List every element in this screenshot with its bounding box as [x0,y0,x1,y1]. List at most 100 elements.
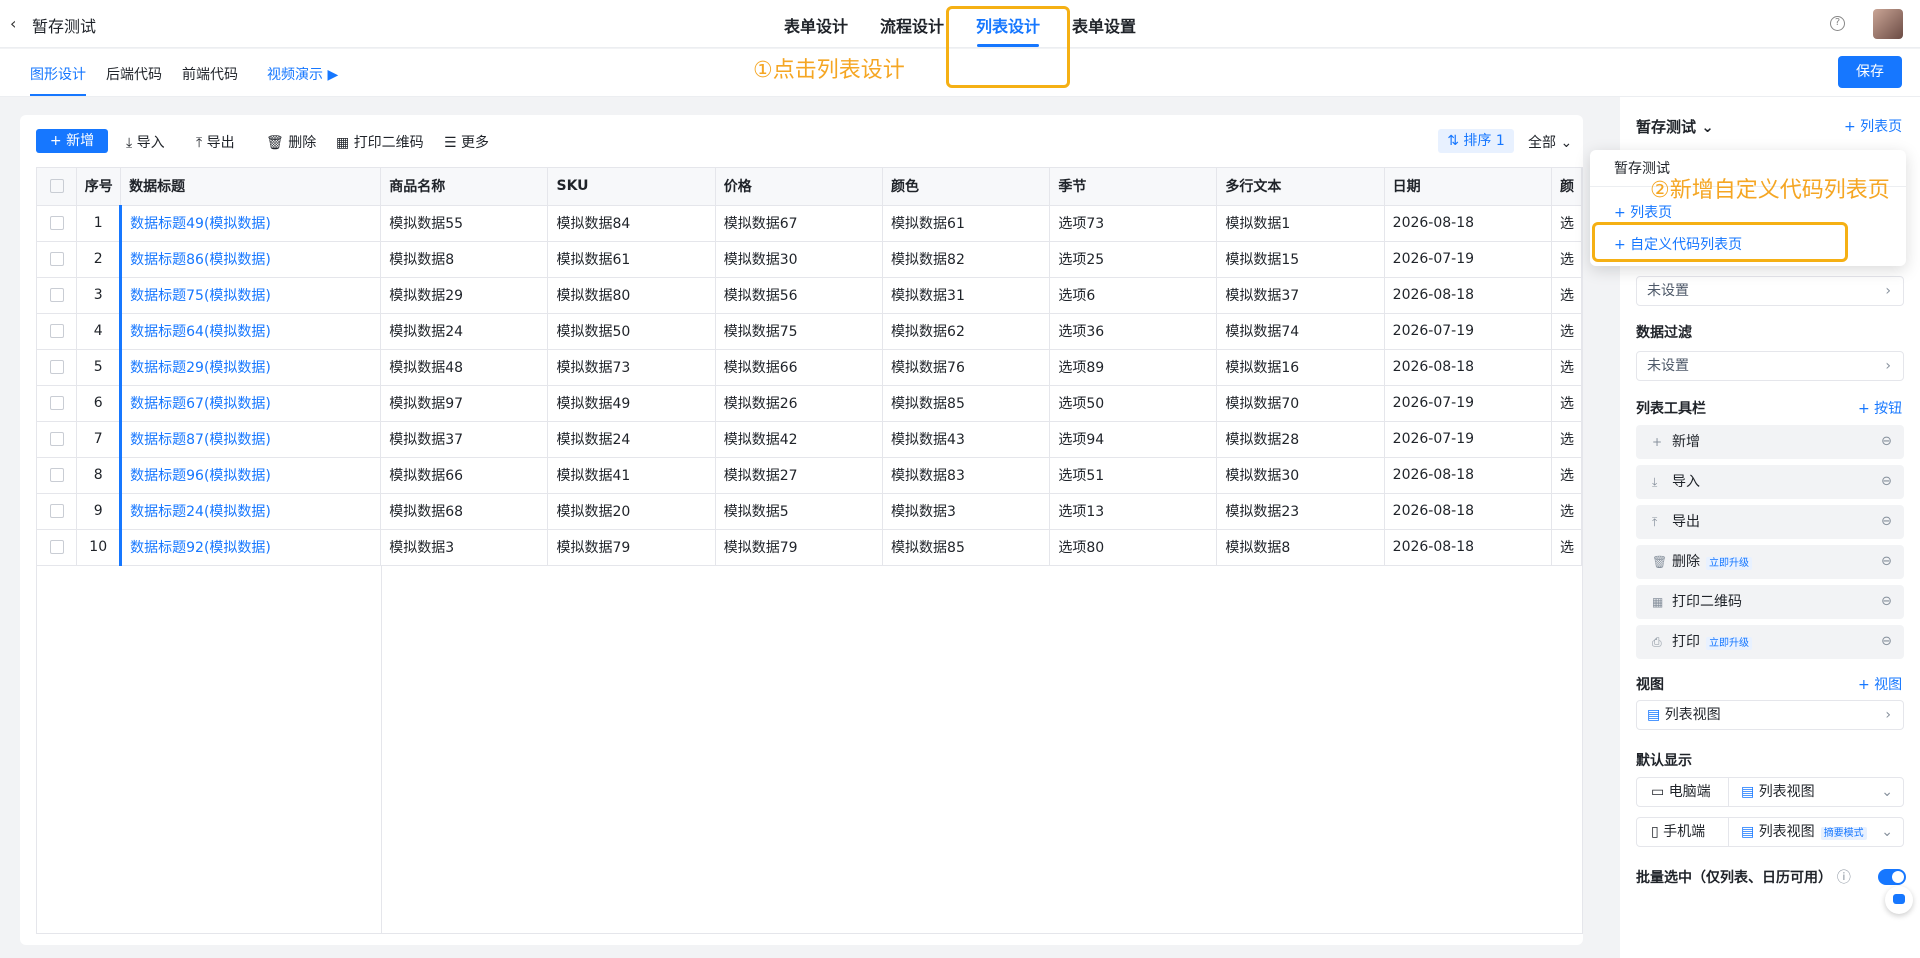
upgrade-badge[interactable]: 立即升级 [1706,637,1752,650]
column-header[interactable]: 价格 [715,168,884,206]
row-checkbox[interactable] [49,216,64,230]
add-toolbar-button[interactable]: + 按钮 [1858,398,1902,418]
toolbar-item-new[interactable]: + 新增 ⊖ [1636,425,1904,459]
table-cell: 模拟数据1 [1216,205,1385,242]
data-filter-field[interactable]: 未设置 › [1636,351,1904,381]
table-cell: 选项51 [1049,457,1218,494]
dropdown-add-list-page[interactable]: + 列表页 [1614,202,1672,222]
chat-icon[interactable] [1885,886,1913,914]
info-icon[interactable]: ⓘ [1837,870,1851,886]
row-title-link[interactable]: 数据标题96(模拟数据) [119,457,382,494]
subtab-frontend-code[interactable]: 前端代码 [182,64,238,84]
row-title-link[interactable]: 数据标题29(模拟数据) [119,349,382,386]
pc-default-view[interactable]: ▭ 电脑端 ▤ 列表视图 ⌄ [1636,777,1904,807]
export-label: 导出 [206,135,235,151]
export-button[interactable]: ⤒ 导出 [196,132,235,152]
column-header[interactable]: 数据标题 [120,168,382,206]
select-all-checkbox[interactable] [37,168,78,206]
table-row[interactable]: 6 数据标题67(模拟数据) 模拟数据97 模拟数据49 模拟数据26 模拟数据85 选项5… [37,385,1582,422]
list-view-field[interactable]: ▤ 列表视图 › [1636,700,1904,730]
table-cell: 模拟数据50 [547,313,716,350]
table-cell: 模拟数据8 [1216,529,1385,566]
column-header[interactable]: 颜色 [882,168,1051,206]
table-row[interactable]: 3 数据标题75(模拟数据) 模拟数据29 模拟数据80 模拟数据56 模拟数据31 选项6… [37,277,1582,314]
remove-icon[interactable]: ⊖ [1881,465,1892,499]
sort-setting-field[interactable]: 未设置 › [1636,276,1904,306]
row-checkbox[interactable] [49,396,64,410]
row-checkbox[interactable] [49,432,64,446]
row-checkbox[interactable] [49,360,64,374]
filter-all-select[interactable]: 全部 ⌄ [1528,132,1572,152]
video-demo-link[interactable]: 视频演示 ▶ [267,64,338,84]
subtab-graphic-design[interactable]: 图形设计 [30,64,86,84]
remove-icon[interactable]: ⊖ [1881,425,1892,459]
import-button[interactable]: ⤓ 导入 [126,132,165,152]
column-header[interactable]: 日期 [1384,168,1553,206]
row-title-link[interactable]: 数据标题24(模拟数据) [119,493,382,530]
table-row[interactable]: 5 数据标题29(模拟数据) 模拟数据48 模拟数据73 模拟数据66 模拟数据76 选项8… [37,349,1582,386]
list-icon: ☰ [444,135,457,151]
tab-form-settings[interactable]: 表单设置 [1072,13,1136,37]
more-button[interactable]: ☰ 更多 [444,132,489,152]
row-checkbox[interactable] [49,540,64,554]
upgrade-badge[interactable]: 立即升级 [1706,557,1752,570]
table-cell: 模拟数据67 [715,205,884,242]
table-row[interactable]: 9 数据标题24(模拟数据) 模拟数据68 模拟数据20 模拟数据5 模拟数据3 选项13 模… [37,493,1582,530]
toolbar-item-delete[interactable]: 🗑 删除 立即升级 ⊖ [1636,545,1904,579]
save-button[interactable]: 保存 [1838,56,1902,88]
row-title-link[interactable]: 数据标题64(模拟数据) [119,313,382,350]
add-list-page-button[interactable]: + 列表页 [1844,116,1902,136]
delete-button[interactable]: 🗑 删除 [266,132,316,152]
mobile-view-select[interactable]: ▤ 列表视图 摘要模式 [1741,818,1867,848]
row-title-link[interactable]: 数据标题86(模拟数据) [119,241,382,278]
pc-view-select[interactable]: ▤ 列表视图 [1741,778,1815,806]
row-title-link[interactable]: 数据标题75(模拟数据) [119,277,382,314]
column-header[interactable]: 序号 [76,168,122,206]
table-cell: 选 [1551,457,1582,494]
row-title-link[interactable]: 数据标题87(模拟数据) [119,421,382,458]
table-row[interactable]: 10 数据标题92(模拟数据) 模拟数据3 模拟数据79 模拟数据79 模拟数据85 选项8… [37,529,1582,566]
column-header[interactable]: 多行文本 [1216,168,1385,206]
row-title-link[interactable]: 数据标题92(模拟数据) [119,529,382,566]
toolbar-item-export[interactable]: ⤒ 导出 ⊖ [1636,505,1904,539]
table-row[interactable]: 2 数据标题86(模拟数据) 模拟数据8 模拟数据61 模拟数据30 模拟数据82 选项25… [37,241,1582,278]
add-view-button[interactable]: + 视图 [1858,674,1902,694]
row-checkbox[interactable] [49,288,64,302]
toolbar-item-print[interactable]: ⎙ 打印 立即升级 ⊖ [1636,625,1904,659]
row-checkbox[interactable] [49,504,64,518]
add-button[interactable]: + 新增 [36,129,108,153]
tab-form-design[interactable]: 表单设计 [784,13,848,37]
table-row[interactable]: 1 数据标题49(模拟数据) 模拟数据55 模拟数据84 模拟数据67 模拟数据61 选项7… [37,205,1582,242]
column-header[interactable]: 商品名称 [380,168,549,206]
toolbar-item-label: 导入 [1672,474,1700,490]
remove-icon[interactable]: ⊖ [1881,585,1892,619]
remove-icon[interactable]: ⊖ [1881,625,1892,659]
table-row[interactable]: 8 数据标题96(模拟数据) 模拟数据66 模拟数据41 模拟数据27 模拟数据83 选项5… [37,457,1582,494]
tab-flow-design[interactable]: 流程设计 [880,13,944,37]
avatar[interactable] [1873,9,1903,39]
column-header[interactable]: 颜 [1551,168,1582,206]
remove-icon[interactable]: ⊖ [1881,545,1892,579]
subtab-backend-code[interactable]: 后端代码 [106,64,162,84]
panel-page-selector[interactable]: 暂存测试 ⌄ [1636,116,1714,137]
row-checkbox[interactable] [49,324,64,338]
column-header[interactable]: 季节 [1049,168,1218,206]
column-header[interactable]: SKU [547,168,716,206]
row-checkbox[interactable] [49,468,64,482]
table-row[interactable]: 7 数据标题87(模拟数据) 模拟数据37 模拟数据24 模拟数据42 模拟数据43 选项9… [37,421,1582,458]
mobile-default-view[interactable]: ▯ 手机端 ▤ 列表视图 摘要模式 ⌄ [1636,817,1904,847]
print-qr-button[interactable]: ▦ 打印二维码 [336,132,424,152]
row-checkbox[interactable] [49,252,64,266]
toolbar-item-print-qr[interactable]: ▦ 打印二维码 ⊖ [1636,585,1904,619]
help-icon[interactable]: ? [1830,16,1845,31]
row-title-link[interactable]: 数据标题67(模拟数据) [119,385,382,422]
sort-button[interactable]: ⇅ 排序 1 [1438,129,1514,153]
row-title-link[interactable]: 数据标题49(模拟数据) [119,205,382,242]
toolbar-item-import[interactable]: ⤓ 导入 ⊖ [1636,465,1904,499]
table-cell: 模拟数据28 [1216,421,1385,458]
table-row[interactable]: 4 数据标题64(模拟数据) 模拟数据24 模拟数据50 模拟数据75 模拟数据62 选项3… [37,313,1582,350]
checkbox[interactable] [49,179,64,194]
batch-select-toggle[interactable] [1878,869,1906,885]
remove-icon[interactable]: ⊖ [1881,505,1892,539]
back-icon[interactable]: ‹ [10,14,16,33]
